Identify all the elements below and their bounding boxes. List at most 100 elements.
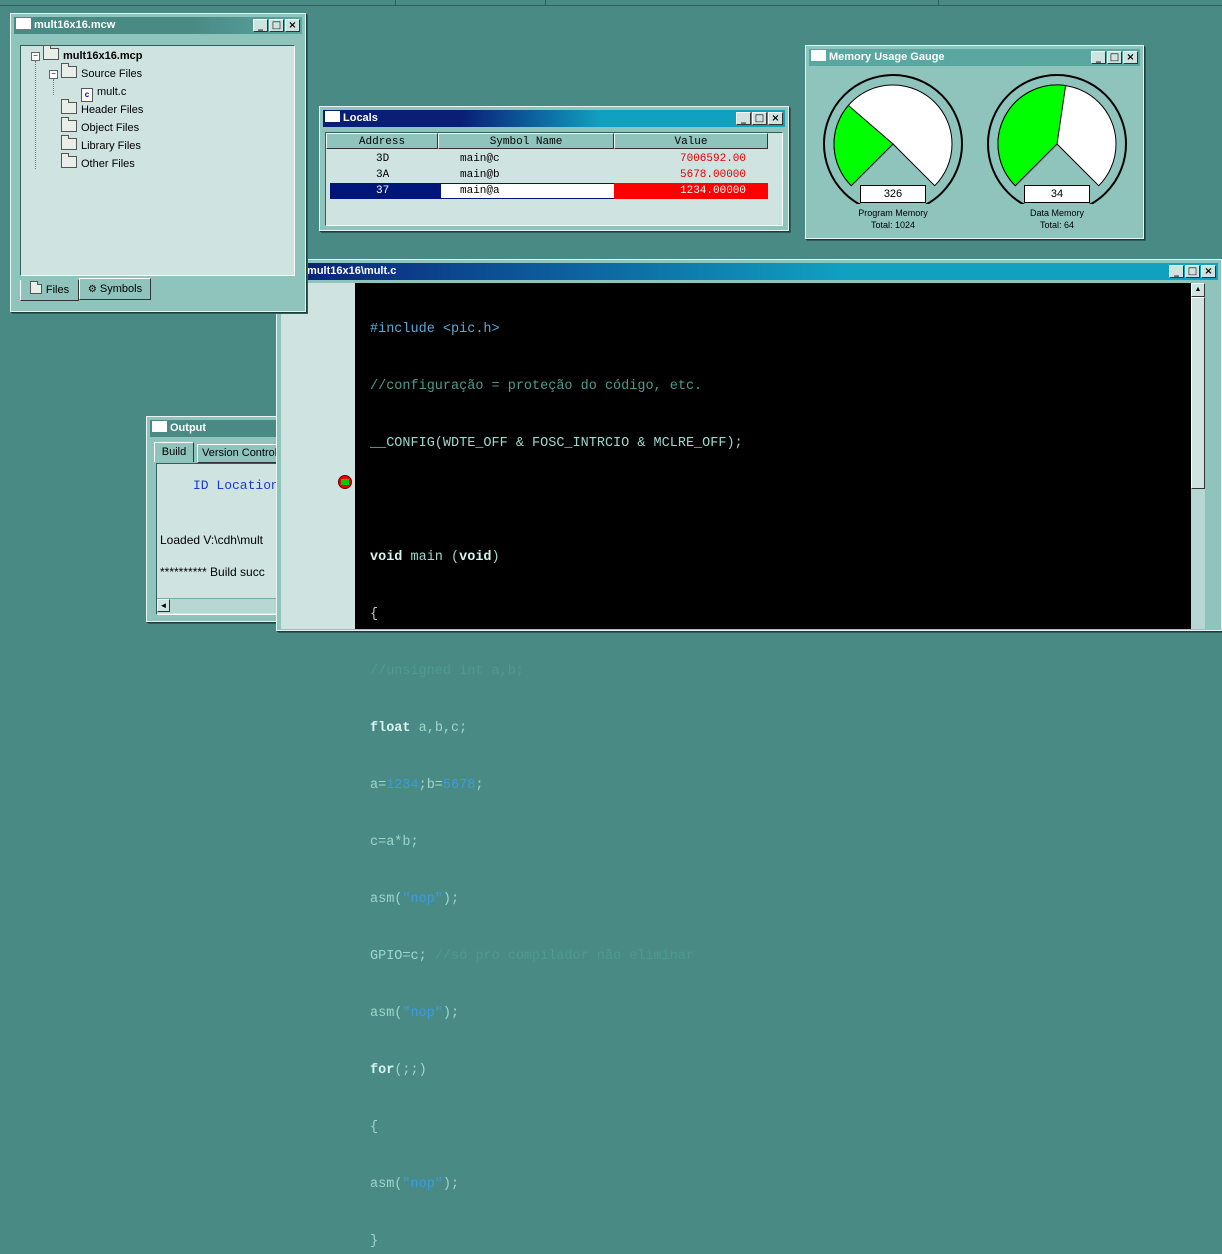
strip-divider bbox=[938, 0, 939, 5]
execution-pointer-icon bbox=[338, 475, 352, 489]
folder-icon bbox=[61, 63, 77, 78]
gauge-window-controls: _ □ × bbox=[1090, 51, 1138, 64]
code-line: { bbox=[370, 607, 379, 622]
window-icon bbox=[325, 111, 340, 122]
table-row-selected[interactable]: 37 main@a 1234.00000 bbox=[330, 183, 768, 199]
locals-title: Locals bbox=[343, 112, 378, 124]
code-line: //configuração = proteção do código, etc… bbox=[370, 379, 703, 394]
locals-titlebar[interactable]: Locals _ □ × bbox=[323, 110, 785, 127]
close-button[interactable]: × bbox=[768, 112, 783, 125]
output-line: ********** Build succ bbox=[160, 565, 265, 579]
table-row[interactable]: 3A main@b 5678.00000 bbox=[330, 167, 768, 183]
code-line: } bbox=[370, 1234, 379, 1249]
folder-icon bbox=[29, 281, 42, 294]
project-window-controls: _ □ × bbox=[252, 19, 300, 32]
data-memory-label: Data Memory bbox=[1029, 208, 1084, 218]
symbol-cell: main@c bbox=[460, 153, 500, 165]
tab-build[interactable]: Build bbox=[154, 442, 194, 462]
tab-symbols[interactable]: ⚙ Symbols bbox=[79, 278, 151, 300]
project-title: mult16x16.mcw bbox=[34, 19, 116, 31]
scroll-thumb[interactable] bbox=[1191, 297, 1205, 489]
scroll-up-arrow[interactable]: ▲ bbox=[1191, 283, 1205, 297]
minimize-button[interactable]: _ bbox=[736, 112, 751, 125]
code-line: void main (void) bbox=[370, 550, 500, 565]
source-code: #include <pic.h> //configuração = proteç… bbox=[370, 282, 743, 1254]
output-line: ID Location bbox=[193, 478, 279, 493]
data-memory-total: Total: 64 bbox=[1039, 220, 1075, 230]
code-line: a=1234;b=5678; bbox=[370, 778, 484, 793]
editor-titlebar[interactable]: V:\cdh\mult16x16\mult.c _ □ × bbox=[271, 263, 1218, 280]
folder-icon bbox=[61, 135, 77, 150]
symbol-cell: main@b bbox=[460, 169, 500, 181]
project-titlebar[interactable]: mult16x16.mcw _ □ × bbox=[14, 17, 302, 34]
gauge-fill bbox=[997, 84, 1067, 187]
code-line: for(;;) bbox=[370, 1063, 427, 1078]
folder-icon bbox=[61, 99, 77, 114]
tab-files[interactable]: Files bbox=[20, 280, 79, 301]
tree-item-mult-c[interactable]: c mult.c bbox=[81, 84, 126, 102]
minimize-button[interactable]: _ bbox=[1169, 265, 1184, 278]
output-title: Output bbox=[170, 422, 207, 434]
tree-item-source-files[interactable]: Source Files bbox=[61, 63, 142, 83]
memory-gauge-titlebar[interactable]: Memory Usage Gauge _ □ × bbox=[809, 49, 1140, 66]
tree-item-object-files[interactable]: Object Files bbox=[61, 117, 139, 137]
vertical-scrollbar[interactable]: ▲ bbox=[1191, 283, 1205, 629]
program-memory-total: Total: 1024 bbox=[870, 220, 916, 230]
symbol-cell: main@a bbox=[460, 185, 500, 197]
column-header-value[interactable]: Value bbox=[614, 133, 768, 149]
close-button[interactable]: × bbox=[1201, 265, 1216, 278]
symbols-icon: ⚙ bbox=[87, 284, 97, 295]
output-line: Loaded V:\cdh\mult bbox=[160, 533, 263, 547]
maximize-button[interactable]: □ bbox=[1185, 265, 1200, 278]
collapse-toggle[interactable]: − bbox=[49, 70, 58, 79]
c-file-icon: c bbox=[81, 88, 93, 102]
window-icon bbox=[16, 18, 31, 29]
locals-table[interactable]: Address Symbol Name Value 3D main@c 7006… bbox=[325, 132, 783, 226]
output-window: Output Build Version Control ID Location… bbox=[146, 416, 298, 622]
table-row[interactable]: 3D main@c 7006592.00 bbox=[330, 151, 768, 167]
maximize-button[interactable]: □ bbox=[1107, 51, 1122, 64]
data-memory-value: 34 bbox=[1024, 185, 1090, 203]
value-cell: 5678.00000 bbox=[680, 169, 747, 181]
minimize-button[interactable]: _ bbox=[253, 19, 268, 32]
folder-icon bbox=[43, 45, 59, 60]
window-icon bbox=[811, 50, 826, 61]
code-line: #include <pic.h> bbox=[370, 322, 500, 337]
project-window: mult16x16.mcw _ □ × − mult16x16.mcp − So… bbox=[10, 13, 306, 312]
code-line: { bbox=[370, 1120, 379, 1135]
scroll-left-arrow[interactable]: ◄ bbox=[157, 599, 170, 612]
code-line: __CONFIG(WDTE_OFF & FOSC_INTRCIO & MCLRE… bbox=[370, 436, 743, 451]
column-header-address[interactable]: Address bbox=[326, 133, 438, 149]
program-memory-value: 326 bbox=[860, 185, 926, 203]
code-line: //unsigned int a,b; bbox=[370, 664, 524, 679]
project-tree[interactable]: − mult16x16.mcp − Source Files c mult.c H… bbox=[20, 45, 295, 276]
maximize-button[interactable]: □ bbox=[269, 19, 284, 32]
folder-icon bbox=[61, 117, 77, 132]
editor-window-controls: _ □ × bbox=[1168, 265, 1216, 278]
desktop-top-strip bbox=[0, 0, 1222, 6]
editor-gutter[interactable] bbox=[281, 283, 355, 629]
locals-window-controls: _ □ × bbox=[735, 112, 783, 125]
column-header-symbol[interactable]: Symbol Name bbox=[438, 133, 614, 149]
code-line: float a,b,c; bbox=[370, 721, 468, 736]
tree-item-header-files[interactable]: Header Files bbox=[61, 99, 143, 119]
close-button[interactable]: × bbox=[1123, 51, 1138, 64]
program-memory-label: Program Memory bbox=[858, 208, 928, 218]
code-line: GPIO=c; //só pro compilador não eliminar bbox=[370, 949, 695, 964]
folder-icon bbox=[61, 153, 77, 168]
maximize-button[interactable]: □ bbox=[752, 112, 767, 125]
window-icon bbox=[152, 421, 167, 432]
memory-gauge-title: Memory Usage Gauge bbox=[829, 51, 945, 63]
tree-item-other-files[interactable]: Other Files bbox=[61, 153, 135, 173]
collapse-toggle[interactable]: − bbox=[31, 52, 40, 61]
code-line: asm("nop"); bbox=[370, 892, 460, 907]
output-titlebar[interactable]: Output bbox=[150, 420, 284, 437]
strip-divider bbox=[545, 0, 546, 5]
tree-item-project[interactable]: mult16x16.mcp bbox=[43, 45, 142, 65]
tree-item-library-files[interactable]: Library Files bbox=[61, 135, 141, 155]
tree-line bbox=[35, 61, 36, 169]
address-cell: 3D bbox=[376, 153, 390, 165]
minimize-button[interactable]: _ bbox=[1091, 51, 1106, 64]
close-button[interactable]: × bbox=[285, 19, 300, 32]
